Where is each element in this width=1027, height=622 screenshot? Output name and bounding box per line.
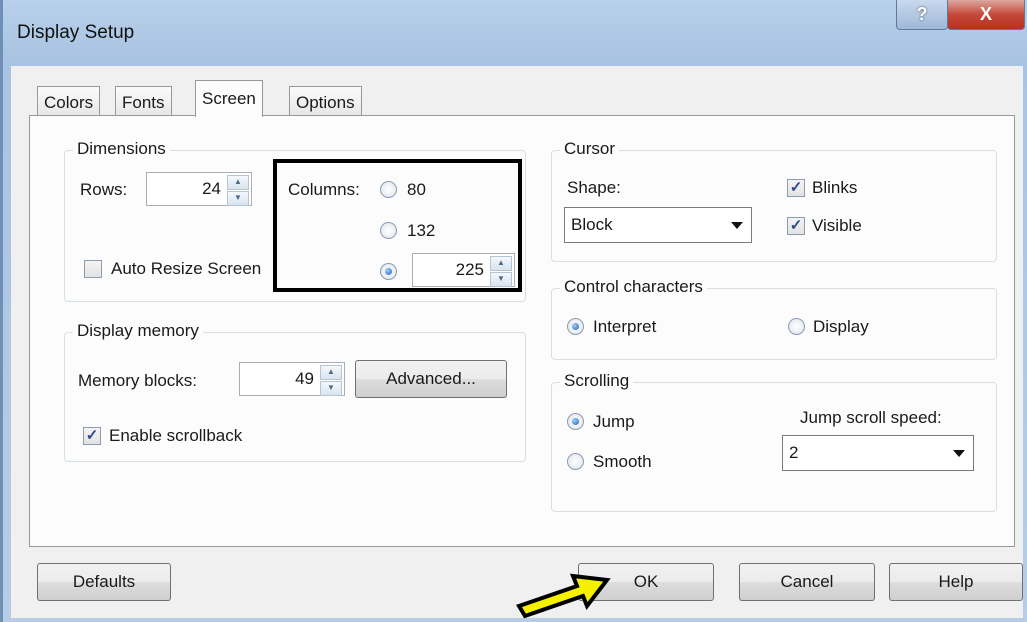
tab-colors[interactable]: Colors	[37, 86, 101, 116]
columns-up-arrow-icon[interactable]: ▲	[490, 256, 512, 271]
yellow-arrow-icon	[516, 573, 611, 619]
smooth-radio[interactable]	[567, 453, 584, 470]
columns-132-label: 132	[407, 221, 436, 240]
cursor-shape-dropdown[interactable]: Block	[564, 207, 752, 243]
chevron-down-icon	[731, 222, 743, 229]
display-setup-window: Display Setup ? X Colors Fonts Screen Op…	[0, 0, 1027, 622]
rows-spinner[interactable]: 24 ▲ ▼	[146, 172, 252, 206]
rows-label: Rows:	[80, 180, 128, 199]
chevron-down-icon	[953, 450, 965, 457]
columns-132-radio[interactable]	[380, 222, 397, 239]
smooth-label: Smooth	[593, 452, 652, 471]
help-title-button[interactable]: ?	[896, 0, 948, 30]
columns-custom-radio[interactable]	[380, 263, 397, 280]
columns-custom-value: 225	[455, 260, 484, 279]
auto-resize-checkbox[interactable]	[84, 260, 102, 278]
control-characters-group-label: Control characters	[560, 277, 707, 297]
columns-80-radio[interactable]	[380, 181, 397, 198]
rows-down-arrow-icon[interactable]: ▼	[227, 191, 249, 206]
visible-label: Visible	[812, 216, 862, 235]
advanced-button[interactable]: Advanced...	[355, 360, 507, 398]
display-memory-group-label: Display memory	[73, 321, 203, 341]
window-title: Display Setup	[17, 22, 135, 43]
memory-blocks-label: Memory blocks:	[78, 371, 198, 390]
jump-scroll-speed-label: Jump scroll speed:	[800, 408, 942, 427]
tab-fonts-label: Fonts	[122, 93, 165, 112]
dialog-client-area: Colors Fonts Screen Options Dimensions R…	[11, 66, 1023, 618]
memory-up-arrow-icon[interactable]: ▲	[320, 365, 342, 380]
rows-up-arrow-icon[interactable]: ▲	[227, 175, 249, 190]
tab-options[interactable]: Options	[289, 86, 362, 116]
defaults-button[interactable]: Defaults	[37, 563, 171, 601]
interpret-radio[interactable]	[567, 318, 584, 335]
columns-down-arrow-icon[interactable]: ▼	[490, 272, 512, 287]
memory-blocks-value: 49	[295, 369, 314, 388]
interpret-label: Interpret	[593, 317, 657, 336]
jump-scroll-speed-value: 2	[789, 443, 799, 462]
close-button[interactable]: X	[947, 0, 1025, 30]
cursor-shape-value: Block	[571, 215, 613, 234]
scrolling-group-label: Scrolling	[560, 371, 634, 391]
title-bar[interactable]: Display Setup ? X	[3, 0, 1027, 64]
shape-label: Shape:	[567, 178, 621, 197]
enable-scrollback-checkbox[interactable]: ✓	[83, 427, 101, 445]
memory-blocks-spinner[interactable]: 49 ▲ ▼	[239, 362, 345, 396]
auto-resize-label: Auto Resize Screen	[111, 259, 262, 278]
tab-colors-label: Colors	[44, 93, 94, 112]
display-label: Display	[813, 317, 869, 336]
columns-80-label: 80	[407, 180, 426, 199]
jump-label: Jump	[593, 412, 635, 431]
memory-down-arrow-icon[interactable]: ▼	[320, 381, 342, 396]
cursor-group: Cursor	[551, 139, 997, 262]
visible-checkbox[interactable]: ✓	[787, 217, 805, 235]
blinks-checkbox[interactable]: ✓	[787, 179, 805, 197]
enable-scrollback-label: Enable scrollback	[109, 426, 243, 445]
help-button[interactable]: Help	[889, 563, 1023, 601]
jump-scroll-speed-dropdown[interactable]: 2	[782, 435, 974, 471]
tab-options-label: Options	[296, 93, 355, 112]
close-icon: X	[979, 4, 992, 24]
cursor-group-label: Cursor	[560, 139, 620, 159]
columns-label: Columns:	[288, 180, 360, 199]
display-radio[interactable]	[788, 318, 805, 335]
tab-fonts[interactable]: Fonts	[115, 86, 172, 116]
columns-custom-spinner[interactable]: 225 ▲ ▼	[412, 253, 515, 287]
rows-value: 24	[202, 179, 221, 198]
annotation-arrow-shape	[516, 573, 611, 619]
screen-tab-panel: Dimensions Rows: 24 ▲ ▼ Columns: 80 132 2…	[29, 115, 1015, 547]
tab-screen-label: Screen	[202, 89, 256, 108]
jump-radio[interactable]	[567, 413, 584, 430]
help-icon: ?	[916, 4, 928, 24]
blinks-label: Blinks	[812, 178, 858, 197]
dimensions-group-label: Dimensions	[73, 139, 170, 159]
cancel-button[interactable]: Cancel	[739, 563, 875, 601]
tab-screen[interactable]: Screen	[195, 80, 263, 117]
